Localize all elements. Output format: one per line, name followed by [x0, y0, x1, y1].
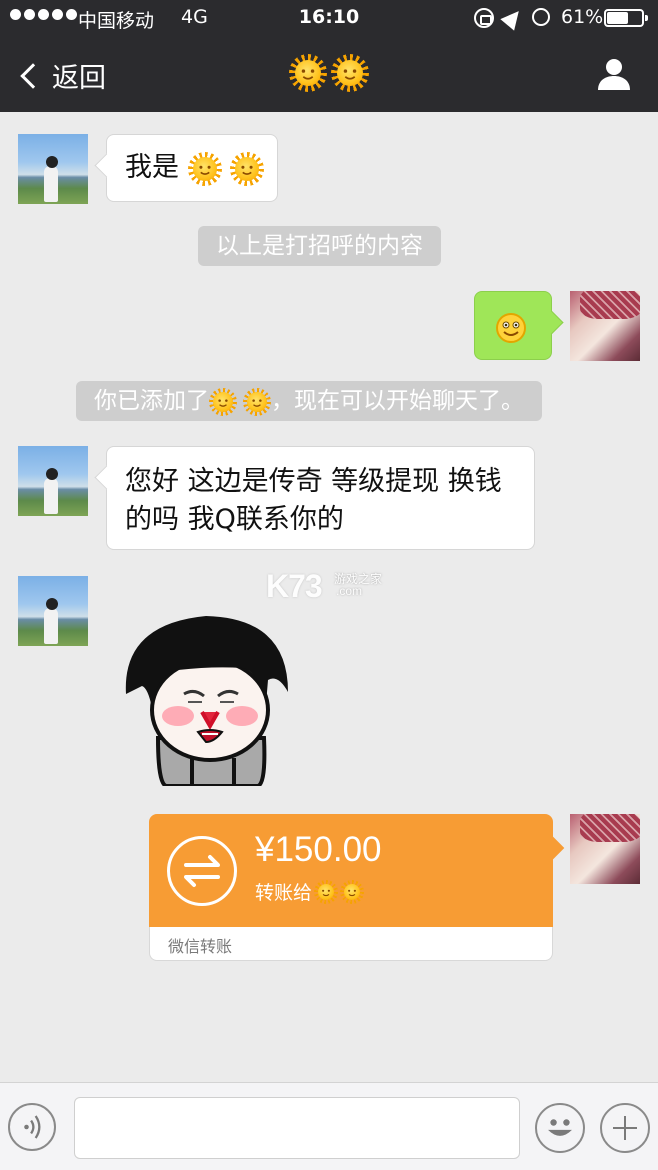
system-message-friend-added: 你已添加了 ，现在可以开始聊天了。 [76, 381, 542, 421]
watermark-logo: K73 [266, 568, 323, 604]
contact-avatar[interactable] [18, 446, 88, 516]
top-bar: 中国移动 4G 16:10 61% 返回 [0, 0, 658, 112]
system-text-suffix: ，现在可以开始聊天了。 [271, 388, 524, 414]
transfer-recipient: 转账给 [255, 878, 365, 905]
smile-emoji-icon [496, 313, 526, 343]
outgoing-message-bubble[interactable] [474, 291, 552, 360]
transfer-amount: ¥150.00 [255, 830, 382, 869]
money-transfer-card[interactable]: ¥150.00 转账给 微信转账 [149, 814, 553, 961]
sun-emoji-icon [314, 879, 339, 904]
status-time: 16:10 [298, 6, 360, 28]
sun-emoji-icon [230, 151, 265, 186]
watermark: K73 游戏之家 .com [266, 568, 382, 605]
voice-icon[interactable] [8, 1103, 56, 1151]
contact-avatar[interactable] [18, 576, 88, 646]
contact-profile-icon[interactable] [596, 56, 632, 92]
sun-emoji-icon [187, 151, 222, 186]
message-text-line: 您好 这边是传奇 等级提现 换钱 [125, 466, 502, 497]
chat-title [0, 54, 658, 92]
incoming-message-bubble[interactable]: 您好 这边是传奇 等级提现 换钱 的吗 我Q联系你的 [106, 446, 535, 550]
transfer-card-footer: 微信转账 [149, 927, 553, 961]
message-input[interactable] [74, 1097, 520, 1159]
plus-icon[interactable] [600, 1103, 650, 1153]
sticker-image[interactable] [118, 608, 294, 786]
battery-percent: 61% [561, 6, 604, 28]
input-bar [0, 1082, 658, 1170]
alarm-icon [532, 8, 550, 26]
contact-avatar[interactable] [18, 134, 88, 204]
message-text: 我是 [125, 152, 179, 183]
transfer-arrows-icon [167, 836, 237, 906]
battery-fill [607, 12, 628, 24]
status-bar: 中国移动 4G 16:10 61% [0, 0, 658, 36]
emoji-icon[interactable] [535, 1103, 585, 1153]
transfer-to-label: 转账给 [255, 882, 313, 904]
transfer-footer-label: 微信转账 [168, 937, 233, 956]
orientation-lock-icon [474, 8, 494, 28]
sun-emoji-icon [243, 387, 271, 416]
battery-icon [604, 9, 648, 27]
sun-emoji-icon [331, 54, 369, 92]
nav-bar: 返回 [0, 36, 658, 112]
my-avatar[interactable] [570, 814, 640, 884]
watermark-domain: .com [336, 584, 363, 598]
incoming-message-bubble[interactable]: 我是 [106, 134, 278, 202]
message-text-line: 的吗 我Q联系你的 [125, 504, 344, 535]
sun-emoji-icon [340, 879, 365, 904]
sun-emoji-icon [289, 54, 327, 92]
transfer-card-top: ¥150.00 转账给 [149, 814, 553, 927]
system-text-prefix: 你已添加了 [94, 388, 209, 414]
system-message: 以上是打招呼的内容 [198, 226, 441, 266]
sun-emoji-icon [209, 387, 237, 416]
my-avatar[interactable] [570, 291, 640, 361]
